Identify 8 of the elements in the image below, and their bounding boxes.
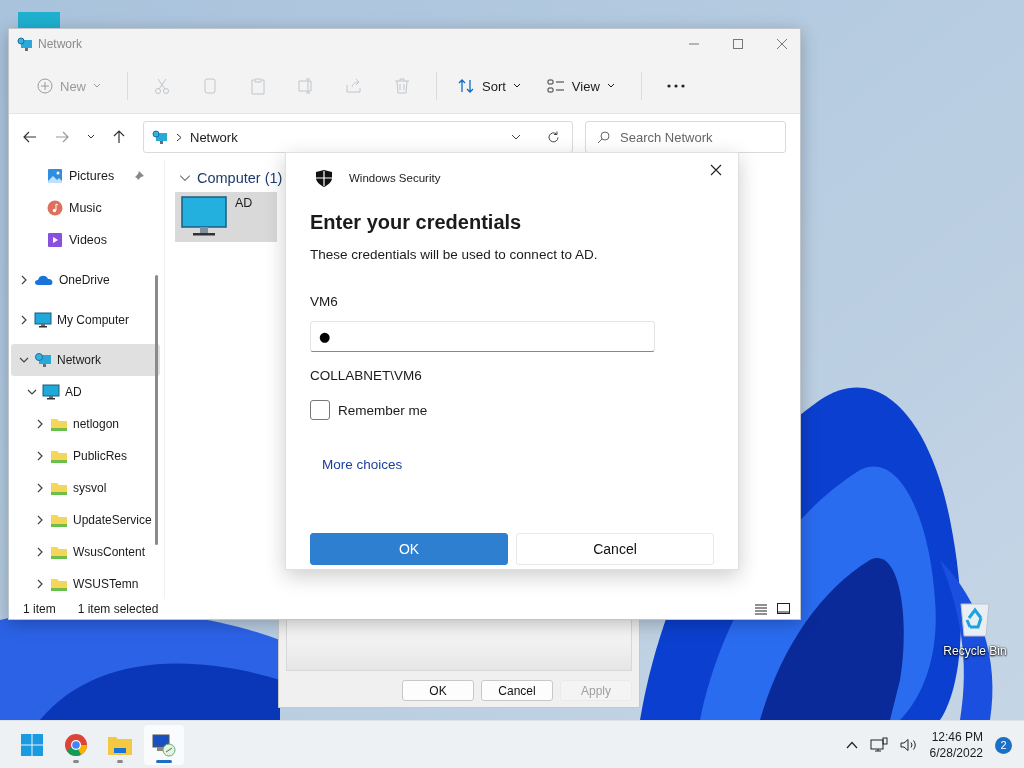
window-title: Network [38, 37, 82, 51]
item-count: 1 item [23, 602, 56, 616]
dialog-heading: Enter your credentials [310, 211, 523, 234]
selection-count: 1 item selected [77, 602, 159, 616]
user-name: VM6 [310, 294, 339, 309]
dialog-message: These credentials will be used to connect to AD. [310, 247, 599, 262]
dialog-app-name: Windows Security [349, 172, 441, 184]
account-name: COLLABNET\VM6 [310, 368, 423, 383]
